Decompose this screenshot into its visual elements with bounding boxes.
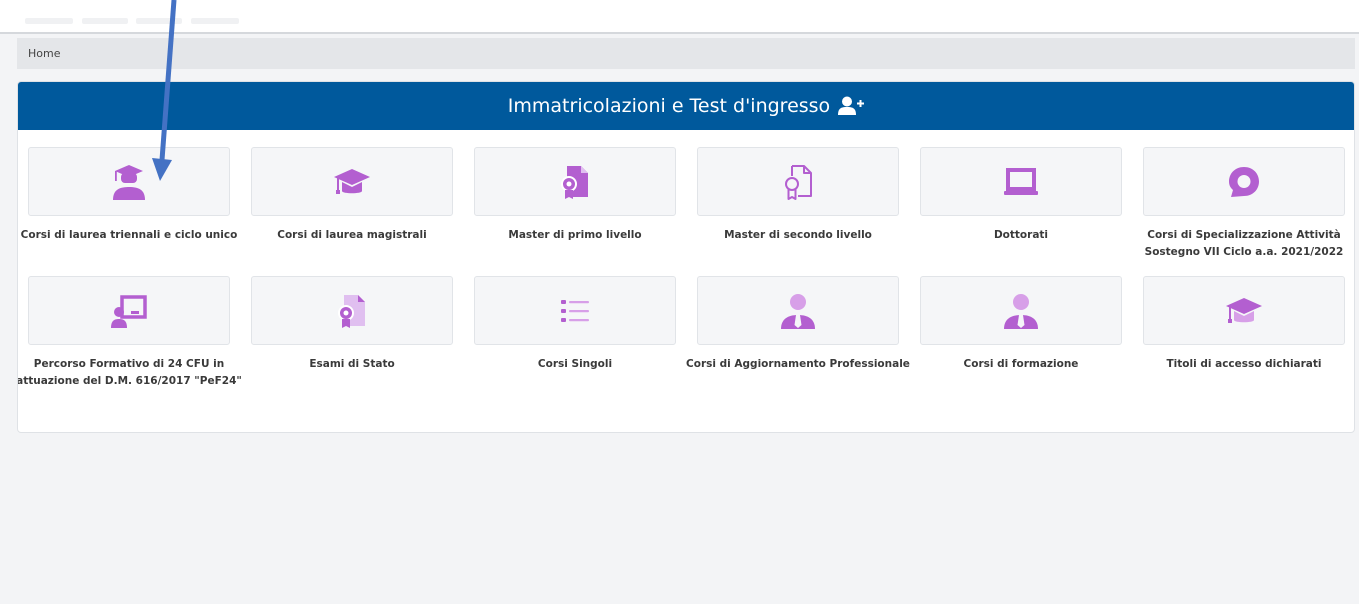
- tile-label[interactable]: Corsi di laurea triennali e ciclo unico: [18, 227, 249, 244]
- breadcrumb-home-link[interactable]: Home: [28, 47, 60, 60]
- user-tie-icon: [781, 293, 815, 329]
- tile-corsi-specializzazione-sostegno[interactable]: [1143, 147, 1345, 216]
- tile-label[interactable]: Corsi Singoli: [455, 356, 695, 373]
- graduation-cap-icon: [1226, 297, 1262, 323]
- graduation-cap-icon: [334, 168, 370, 194]
- user-plus-icon: [838, 96, 865, 115]
- panel-title: Immatricolazioni e Test d'ingresso: [507, 95, 831, 117]
- certificate-outline-icon: [785, 164, 812, 200]
- tile-label[interactable]: Corsi di formazione: [901, 356, 1141, 373]
- tile-corsi-laurea-triennali[interactable]: [28, 147, 230, 216]
- enrollment-panel: Immatricolazioni e Test d'ingresso Corsi…: [17, 81, 1355, 433]
- tile-label[interactable]: Titoli di accesso dichiarati: [1124, 356, 1354, 373]
- tile-label[interactable]: Master di primo livello: [455, 227, 695, 244]
- user-tie-icon: [1004, 293, 1038, 329]
- teacher-board-icon: [111, 294, 147, 328]
- tile-corsi-di-formazione[interactable]: [920, 276, 1122, 345]
- certificate-icon: [561, 165, 588, 199]
- nav-placeholder: [191, 18, 239, 24]
- tile-titoli-di-accesso[interactable]: [1143, 276, 1345, 345]
- certificate-icon: [338, 294, 365, 328]
- tile-dottorati[interactable]: [920, 147, 1122, 216]
- tile-label[interactable]: Corsi di Specializzazione Attività Soste…: [1124, 227, 1354, 261]
- tile-label[interactable]: Corsi di laurea magistrali: [232, 227, 472, 244]
- graduate-student-icon: [113, 164, 145, 200]
- tile-label[interactable]: Percorso Formativo di 24 CFU in attuazio…: [18, 356, 249, 390]
- nav-placeholder: [136, 18, 182, 24]
- nav-placeholder: [82, 18, 128, 24]
- top-navigation-bar: [0, 0, 1359, 34]
- tile-percorso-formativo-24-cfu[interactable]: [28, 276, 230, 345]
- tile-label[interactable]: Corsi di Aggiornamento Professionale: [678, 356, 918, 373]
- tile-master-secondo-livello[interactable]: [697, 147, 899, 216]
- speech-bubble-icon: [1229, 166, 1259, 197]
- tile-master-primo-livello[interactable]: [474, 147, 676, 216]
- breadcrumb: Home: [17, 38, 1355, 69]
- laptop-icon: [1004, 167, 1038, 195]
- tile-label[interactable]: Master di secondo livello: [678, 227, 918, 244]
- tile-corsi-laurea-magistrali[interactable]: [251, 147, 453, 216]
- tile-corsi-aggiornamento-professionale[interactable]: [697, 276, 899, 345]
- tile-esami-di-stato[interactable]: [251, 276, 453, 345]
- tile-label[interactable]: Esami di Stato: [232, 356, 472, 373]
- panel-header: Immatricolazioni e Test d'ingresso: [18, 82, 1354, 130]
- tile-corsi-singoli[interactable]: [474, 276, 676, 345]
- list-icon: [561, 299, 589, 322]
- nav-placeholder: [25, 18, 73, 24]
- tile-label[interactable]: Dottorati: [901, 227, 1141, 244]
